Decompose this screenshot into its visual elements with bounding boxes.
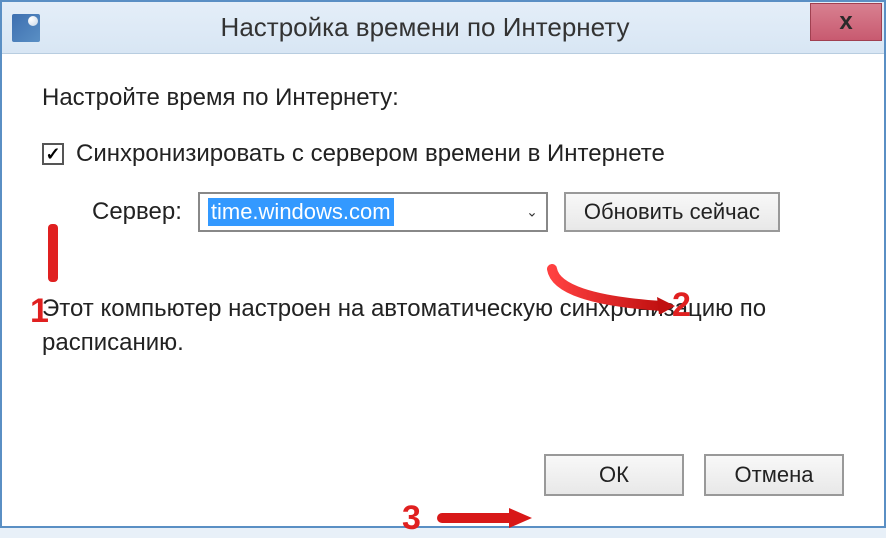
dialog-window: Настройка времени по Интернету x Настрой… (0, 0, 886, 528)
instruction-text: Настройте время по Интернету: (42, 84, 844, 112)
status-text: Этот компьютер настроен на автоматическу… (42, 292, 844, 359)
ok-button[interactable]: ОК (544, 454, 684, 496)
server-value: time.windows.com (208, 198, 394, 226)
chevron-down-icon[interactable]: ⌄ (526, 204, 538, 221)
server-row: Сервер: time.windows.com ⌄ Обновить сейч… (42, 192, 844, 232)
update-now-button[interactable]: Обновить сейчас (564, 192, 780, 232)
server-label: Сервер: (92, 198, 182, 226)
server-combobox[interactable]: time.windows.com ⌄ (198, 192, 548, 232)
annotation-arrow-3 (437, 506, 532, 530)
annotation-number-1: 1 (30, 292, 49, 331)
sync-checkbox-row: ✓ Синхронизировать с сервером времени в … (42, 140, 844, 168)
sync-checkbox[interactable]: ✓ (42, 143, 64, 165)
annotation-highlight-1 (48, 224, 58, 282)
footer-buttons: ОК Отмена (544, 454, 844, 496)
clock-icon (12, 14, 40, 42)
content-area: Настройте время по Интернету: ✓ Синхрони… (2, 54, 884, 526)
window-title: Настройка времени по Интернету (40, 12, 810, 43)
cancel-button[interactable]: Отмена (704, 454, 844, 496)
annotation-number-3: 3 (402, 499, 421, 538)
annotation-arrow-2 (547, 264, 677, 314)
annotation-number-2: 2 (672, 286, 691, 325)
close-icon: x (839, 8, 852, 36)
sync-checkbox-label: Синхронизировать с сервером времени в Ин… (76, 140, 665, 168)
titlebar: Настройка времени по Интернету x (2, 2, 884, 54)
checkmark-icon: ✓ (45, 145, 60, 163)
close-button[interactable]: x (810, 3, 882, 41)
